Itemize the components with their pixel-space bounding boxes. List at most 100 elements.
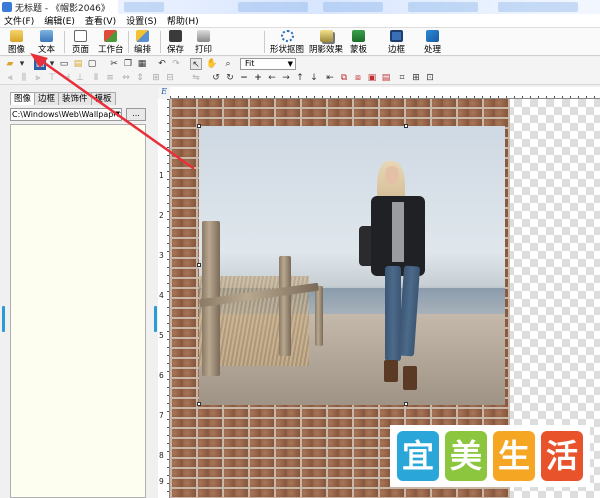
- panel-splitter-handle[interactable]: [154, 306, 157, 332]
- to-left-edge-icon[interactable]: ⇤: [324, 72, 336, 84]
- flip-icon[interactable]: ⇋: [190, 72, 202, 84]
- photo-woman-on-beach[interactable]: [199, 126, 505, 405]
- distribute-h-icon[interactable]: ⫴: [90, 72, 102, 84]
- cut-icon[interactable]: ✂: [108, 58, 120, 70]
- new-page-icon[interactable]: ▣: [34, 58, 46, 70]
- resize-handle[interactable]: [404, 402, 408, 406]
- mask-button[interactable]: 蒙板: [350, 30, 367, 55]
- tab-template[interactable]: 模板: [90, 92, 116, 105]
- print-button[interactable]: 打印: [195, 30, 212, 55]
- resize-handle[interactable]: [404, 124, 408, 128]
- undo-icon[interactable]: ↶: [156, 58, 168, 70]
- frame-small-icon[interactable]: ▢: [86, 58, 98, 70]
- plus-icon[interactable]: +: [252, 72, 264, 84]
- open-icon[interactable]: ▰: [4, 58, 16, 70]
- move-right-icon[interactable]: →: [280, 72, 292, 84]
- shape-cutout-button[interactable]: 形状抠图: [270, 30, 304, 55]
- border-button-label: 边框: [388, 45, 406, 55]
- group-icon[interactable]: ⊞: [150, 72, 162, 84]
- tab-image[interactable]: 图像: [10, 92, 36, 105]
- crop-icon[interactable]: ⌗: [396, 72, 408, 84]
- align-bottom-icon[interactable]: ⊥: [74, 72, 86, 84]
- layer-front-icon[interactable]: ⧉: [338, 72, 350, 84]
- menu-help[interactable]: 帮助(H): [167, 14, 199, 27]
- copy-icon[interactable]: ❐: [122, 58, 134, 70]
- zoom-icon[interactable]: ⌕: [222, 58, 234, 70]
- browse-button[interactable]: ...: [126, 108, 146, 121]
- menu-file[interactable]: 文件(F): [4, 14, 34, 27]
- mask-icon: [352, 30, 365, 42]
- menu-settings[interactable]: 设置(S): [126, 14, 157, 27]
- ruler-icon[interactable]: ⊡: [424, 72, 436, 84]
- design-canvas[interactable]: 宜 美 生 活: [170, 99, 600, 498]
- menu-view[interactable]: 查看(V): [85, 14, 116, 27]
- screen-icon[interactable]: ▭: [58, 58, 70, 70]
- left-splitter-handle[interactable]: [2, 306, 5, 332]
- file-list[interactable]: [10, 124, 146, 498]
- paste-icon[interactable]: ▦: [136, 58, 148, 70]
- ungroup-icon[interactable]: ⊟: [164, 72, 176, 84]
- move-up-icon[interactable]: ↑: [294, 72, 306, 84]
- redo-icon[interactable]: ↷: [170, 58, 182, 70]
- align-left-icon[interactable]: ⫷: [4, 72, 16, 84]
- align-center-icon[interactable]: ⫼: [18, 72, 30, 84]
- title-bar: 无标题 - 《帽影2046》: [0, 0, 600, 14]
- shadow-effect-button[interactable]: 阴影效果: [309, 30, 343, 55]
- minus-icon[interactable]: −: [238, 72, 250, 84]
- layer-forward-icon[interactable]: ▣: [366, 72, 378, 84]
- move-down-icon[interactable]: ↓: [308, 72, 320, 84]
- tab-border[interactable]: 边框: [34, 92, 60, 105]
- browser-tabs-blurred: [118, 0, 600, 14]
- process-icon: [426, 30, 439, 42]
- ruler-label: 6: [159, 371, 164, 380]
- folder-path-value: C:\Windows\Web\Wallpaper: [12, 110, 122, 119]
- printer-icon: [197, 30, 210, 42]
- ruler-label: 5: [159, 331, 164, 340]
- grid-icon[interactable]: ⊞: [410, 72, 422, 84]
- compose-button[interactable]: 编排: [134, 30, 151, 55]
- resize-handle[interactable]: [197, 402, 201, 406]
- image-button-label: 图像: [8, 45, 26, 55]
- chevron-down-icon: ▼: [114, 109, 120, 120]
- path-row: C:\Windows\Web\Wallpaper ▼ ...: [10, 108, 146, 121]
- save-button[interactable]: 保存: [167, 30, 184, 55]
- rotate-left-icon[interactable]: ↺: [210, 72, 222, 84]
- dropdown-arrow-icon[interactable]: ▾: [46, 58, 58, 70]
- move-left-icon[interactable]: ←: [266, 72, 278, 84]
- image-button[interactable]: 图像: [8, 30, 25, 55]
- text-button[interactable]: 文本: [38, 30, 55, 55]
- resize-handle[interactable]: [197, 124, 201, 128]
- layer-backward-icon[interactable]: ▤: [380, 72, 392, 84]
- same-height-icon[interactable]: ⇕: [134, 72, 146, 84]
- tab-decoration[interactable]: 装饰件: [58, 92, 92, 105]
- hand-icon[interactable]: ✋: [206, 58, 218, 70]
- align-top-icon[interactable]: ⊤: [46, 72, 58, 84]
- align-middle-icon[interactable]: ⊣: [60, 72, 72, 84]
- border-button[interactable]: 边框: [388, 30, 405, 55]
- fence-post: [315, 286, 323, 346]
- align-right-icon[interactable]: ⫸: [32, 72, 44, 84]
- distribute-v-icon[interactable]: ≡: [104, 72, 116, 84]
- page-button-label: 页面: [72, 45, 90, 55]
- menu-edit[interactable]: 编辑(E): [44, 14, 75, 27]
- ruler-label: 3: [159, 251, 164, 260]
- watermark-char: 生: [493, 431, 535, 481]
- menu-bar: 文件(F) 编辑(E) 查看(V) 设置(S) 帮助(H): [0, 14, 600, 28]
- folder-path-select[interactable]: C:\Windows\Web\Wallpaper ▼: [10, 108, 122, 121]
- same-width-icon[interactable]: ⇔: [120, 72, 132, 84]
- pointer-icon[interactable]: ↖: [190, 58, 202, 70]
- page-button[interactable]: 页面: [72, 30, 89, 55]
- process-button[interactable]: 处理: [424, 30, 441, 55]
- layers-icon[interactable]: ▤: [72, 58, 84, 70]
- resize-handle[interactable]: [197, 263, 201, 267]
- layer-back-icon[interactable]: ⧈: [352, 72, 364, 84]
- rotate-right-icon[interactable]: ↻: [224, 72, 236, 84]
- print-button-label: 打印: [195, 45, 213, 55]
- save-button-label: 保存: [167, 45, 185, 55]
- workbench-button[interactable]: 工作台: [98, 30, 124, 55]
- fence-post: [279, 256, 291, 356]
- edit-toolbar: ▰ ▾ ▣ ▾ ▭ ▤ ▢ ✂ ❐ ▦ ↶ ↷ ↖ ✋ ⌕ Fit ▼: [0, 57, 600, 71]
- zoom-select[interactable]: Fit ▼: [240, 58, 296, 70]
- shadow-icon: [319, 30, 333, 42]
- dropdown-arrow-icon[interactable]: ▾: [16, 58, 28, 70]
